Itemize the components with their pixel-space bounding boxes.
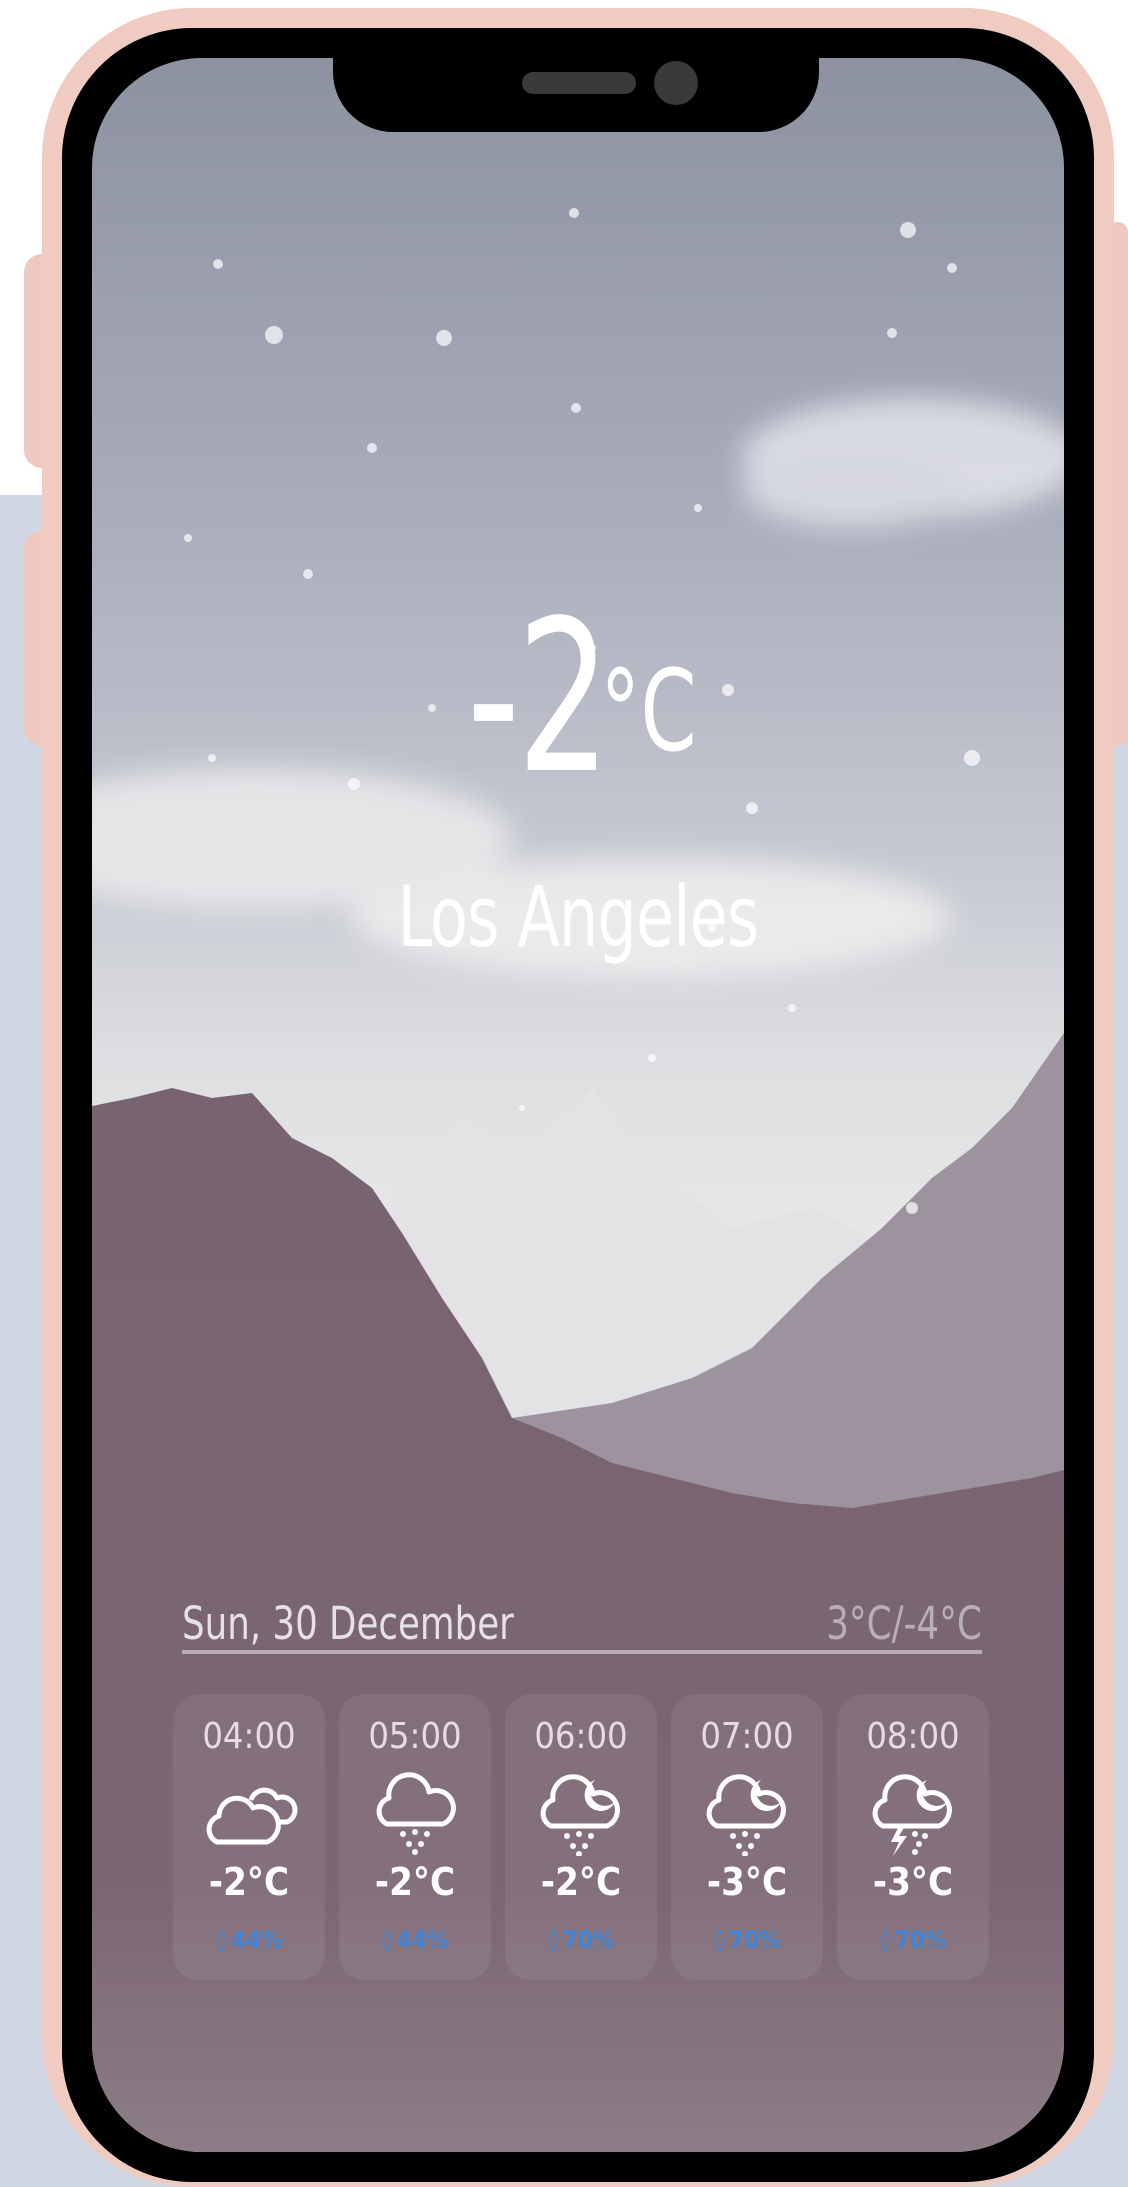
hourly-card[interactable]: 08:00 -3°C ◊ 70% [837, 1694, 989, 1980]
hour-temperature: -3°C [872, 1860, 954, 1904]
hour-temperature: -2°C [374, 1860, 456, 1904]
hourly-forecast[interactable]: 04:00 -2°C ◊44% 05:00 -2°C ◊44% 06:00 [173, 1694, 989, 1980]
snow-night-icon [540, 1774, 620, 1856]
hour-time: 08:00 [866, 1716, 960, 1757]
precipitation: ◊ 70% [671, 1926, 823, 1954]
speaker-grille [522, 72, 636, 94]
front-camera [654, 61, 698, 105]
droplet-icon: ◊ [713, 1926, 725, 1954]
hourly-card[interactable]: 04:00 -2°C ◊ 44% [173, 1694, 325, 1980]
cloudy-icon [206, 1787, 298, 1845]
thunder-snow-night-icon [872, 1774, 952, 1856]
weather-screen: -2°C Los Angeles Sun, 30 December 3°C/-4… [92, 58, 1064, 2152]
droplet-icon: ◊ [215, 1926, 227, 1954]
date-row: Sun, 30 December 3°C/-4°C [182, 1588, 982, 1658]
precipitation-value: 70% [562, 1926, 615, 1954]
precipitation-value: 70% [894, 1926, 947, 1954]
temperature-range: 3°C/-4°C [826, 1596, 982, 1650]
hourly-card[interactable]: 07:00 -3°C ◊ 70% [671, 1694, 823, 1980]
snow-night-icon [706, 1774, 786, 1856]
temperature-unit: °C [599, 647, 697, 777]
precipitation-value: 44% [230, 1926, 283, 1954]
current-temperature: -2°C [92, 578, 1064, 818]
snow-icon [376, 1772, 456, 1855]
phone-notch [333, 58, 819, 132]
temperature-value: -2 [467, 575, 611, 820]
precipitation-value: 44% [396, 1926, 449, 1954]
hour-time: 06:00 [534, 1716, 628, 1757]
hour-temperature: -2°C [208, 1860, 290, 1904]
hour-temperature: -2°C [540, 1860, 622, 1904]
hour-time: 07:00 [700, 1716, 794, 1757]
precipitation-value: 70% [728, 1926, 781, 1954]
precipitation: ◊ 44% [339, 1926, 491, 1954]
precipitation: ◊ 70% [505, 1926, 657, 1954]
precipitation: ◊ 70% [837, 1926, 989, 1954]
hourly-card[interactable]: 05:00 -2°C ◊ 44% [339, 1694, 491, 1980]
forecast-date: Sun, 30 December [182, 1596, 514, 1650]
hourly-card[interactable]: 06:00 -2°C ◊ 70% [505, 1694, 657, 1980]
hour-time: 04:00 [202, 1716, 296, 1757]
precipitation: ◊ 44% [173, 1926, 325, 1954]
city-name: Los Angeles [397, 868, 760, 966]
divider [182, 1650, 982, 1654]
hour-time: 05:00 [368, 1716, 462, 1757]
droplet-icon: ◊ [381, 1926, 393, 1954]
droplet-icon: ◊ [547, 1926, 559, 1954]
droplet-icon: ◊ [879, 1926, 891, 1954]
hour-temperature: -3°C [706, 1860, 788, 1904]
